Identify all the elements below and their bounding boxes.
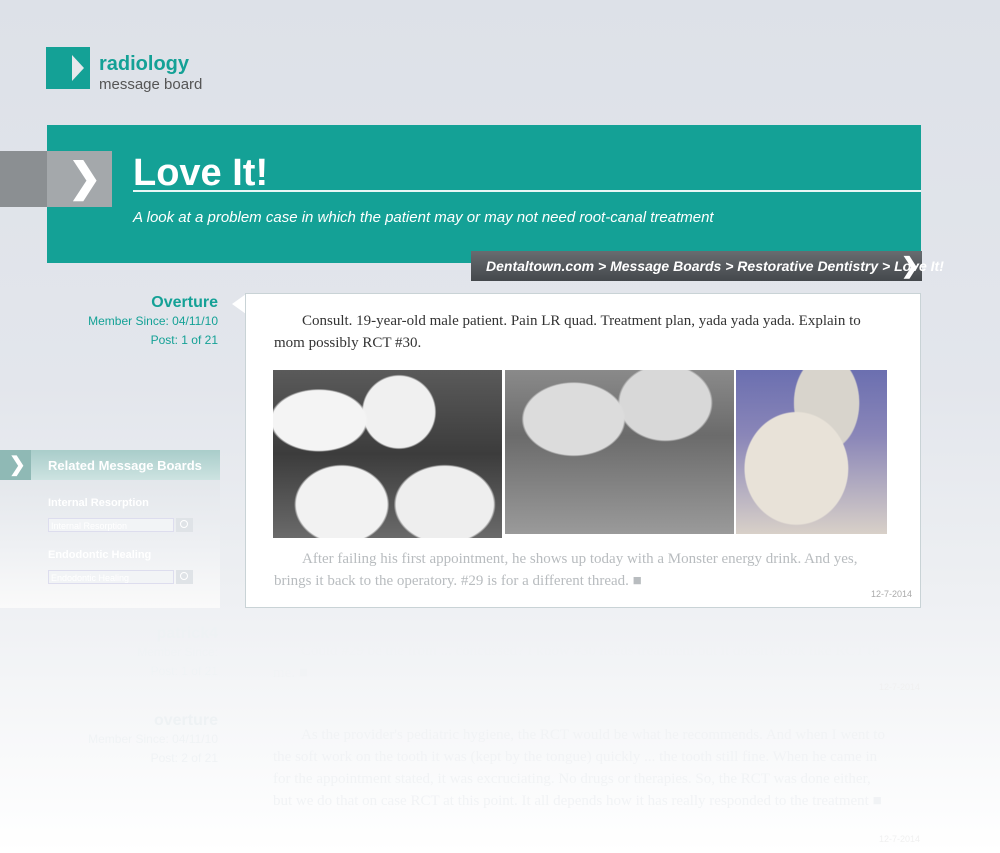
periapical-xray-image[interactable] bbox=[505, 370, 734, 534]
related-board-input[interactable]: Internal Resorption bbox=[48, 518, 174, 532]
chevron-right-icon[interactable]: ❯ bbox=[901, 253, 919, 279]
intraoral-photo-image[interactable] bbox=[736, 370, 887, 534]
related-boards-title: Related Message Boards bbox=[48, 458, 202, 473]
post-count: Post: 2 of 21 bbox=[150, 751, 218, 765]
related-board-input[interactable]: Endodontic Healing bbox=[48, 570, 174, 584]
post-date: 12-7-2014 bbox=[878, 834, 920, 844]
post-author-name[interactable]: Overture bbox=[88, 294, 218, 312]
bitewing-xray-image[interactable] bbox=[273, 370, 502, 538]
post-author-name[interactable]: overture bbox=[88, 712, 218, 730]
post-author-block: overture Member Since: 04/11/10 Post: 2 … bbox=[88, 712, 218, 768]
logo-title: radiology bbox=[99, 53, 190, 75]
title-divider bbox=[133, 190, 921, 192]
post-author-block: patrick4 Member Since: Post: 1 of 21 bbox=[137, 625, 218, 681]
member-since: Member Since: 04/11/10 bbox=[88, 732, 218, 746]
post-text: After failing his first appointment, he … bbox=[274, 551, 858, 589]
post-pointer bbox=[232, 294, 246, 314]
page-subtitle: A look at a problem case in which the pa… bbox=[133, 209, 714, 226]
related-board-label[interactable]: Endodontic Healing bbox=[48, 549, 151, 561]
post-date: 12-7-2014 bbox=[878, 682, 920, 692]
member-since: Member Since: 04/11/10 bbox=[88, 314, 218, 328]
search-icon[interactable] bbox=[176, 518, 193, 532]
post-text: Consult. 19-year-old male patient. Pain … bbox=[274, 313, 861, 351]
post-count: Post: 1 of 21 bbox=[150, 664, 218, 678]
post-author-block: Overture Member Since: 04/11/10 Post: 1 … bbox=[88, 294, 218, 350]
page-title: Love It! bbox=[133, 152, 269, 194]
post-text: Could #29 be the from ... concussed? I k… bbox=[273, 643, 880, 681]
related-board-label[interactable]: Internal Resorption bbox=[48, 497, 149, 509]
logo-mark-icon bbox=[46, 47, 90, 89]
post-count: Post: 1 of 21 bbox=[150, 333, 218, 347]
post-text: As the provider's pediatric hygiene, the… bbox=[273, 727, 885, 809]
chevron-right-icon: ❯ bbox=[68, 156, 102, 200]
post-author-name[interactable]: patrick4 bbox=[137, 625, 218, 643]
member-since: Member Since: bbox=[137, 645, 218, 659]
logo-subtitle: message board bbox=[99, 76, 203, 93]
breadcrumb-link[interactable]: Dentaltown.com > Message Boards > Restor… bbox=[486, 258, 944, 274]
post-date: 12-7-2014 bbox=[870, 589, 912, 599]
search-icon[interactable] bbox=[176, 570, 193, 584]
chevron-right-icon: ❯ bbox=[9, 454, 26, 476]
